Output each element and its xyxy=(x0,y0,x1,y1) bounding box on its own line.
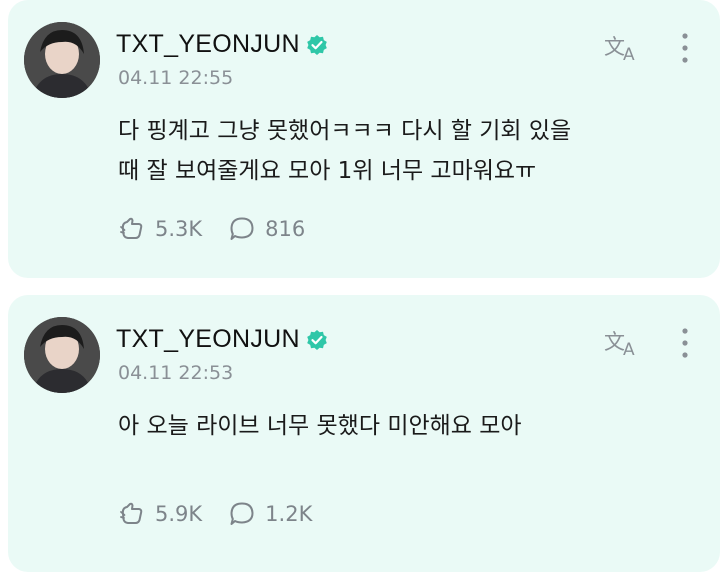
timestamp: 04.11 22:53 xyxy=(118,362,234,384)
svg-text:A: A xyxy=(623,45,635,64)
like-button[interactable]: 5.9K xyxy=(118,500,202,528)
svg-text:文: 文 xyxy=(604,35,625,59)
like-button[interactable]: 5.3K xyxy=(118,215,202,243)
post-stats: 5.9K 1.2K xyxy=(118,500,338,528)
post-text: 다 핑계고 그냥 못했어ㅋㅋㅋ 다시 할 기회 있을 때 잘 보여줄게요 모아 … xyxy=(118,111,708,191)
verified-badge-icon xyxy=(307,329,327,350)
comment-bubble-icon xyxy=(230,502,254,525)
post-card[interactable]: TXT_YEONJUN 04.11 22:53 文 A 아 오늘 라이브 너무 … xyxy=(8,295,720,572)
comment-bubble-icon xyxy=(230,217,254,240)
post-text-line: 때 잘 보여줄게요 모아 1위 너무 고마워요ㅠ xyxy=(118,158,537,184)
translate-icon[interactable]: 文 A xyxy=(603,325,643,359)
like-hand-icon xyxy=(120,217,143,239)
more-vertical-icon[interactable] xyxy=(675,30,695,70)
username[interactable]: TXT_YEONJUN xyxy=(116,325,300,354)
username[interactable]: TXT_YEONJUN xyxy=(116,30,300,59)
post-text-line: 다 핑계고 그냥 못했어ㅋㅋㅋ 다시 할 기회 있을 xyxy=(118,118,572,144)
post-stats: 5.3K 816 xyxy=(118,215,331,243)
timestamp: 04.11 22:55 xyxy=(118,67,234,89)
like-count: 5.9K xyxy=(155,502,203,526)
verified-badge-icon xyxy=(307,34,327,55)
translate-icon[interactable]: 文 A xyxy=(603,30,643,64)
svg-text:文: 文 xyxy=(604,330,625,354)
avatar[interactable] xyxy=(24,317,100,393)
like-hand-icon xyxy=(120,502,143,524)
post-card[interactable]: TXT_YEONJUN 04.11 22:55 文 A 다 핑계고 그냥 못했어… xyxy=(8,0,720,278)
comment-count: 816 xyxy=(265,217,306,241)
post-text-line: 아 오늘 라이브 너무 못했다 미안해요 모아 xyxy=(118,413,522,439)
post-text: 아 오늘 라이브 너무 못했다 미안해요 모아 xyxy=(118,406,708,446)
comment-count: 1.2K xyxy=(265,502,313,526)
comment-button[interactable]: 1.2K xyxy=(228,500,312,528)
avatar[interactable] xyxy=(24,22,100,98)
more-vertical-icon[interactable] xyxy=(675,325,695,365)
comment-button[interactable]: 816 xyxy=(228,215,305,243)
like-count: 5.3K xyxy=(155,217,203,241)
svg-text:A: A xyxy=(623,340,635,359)
